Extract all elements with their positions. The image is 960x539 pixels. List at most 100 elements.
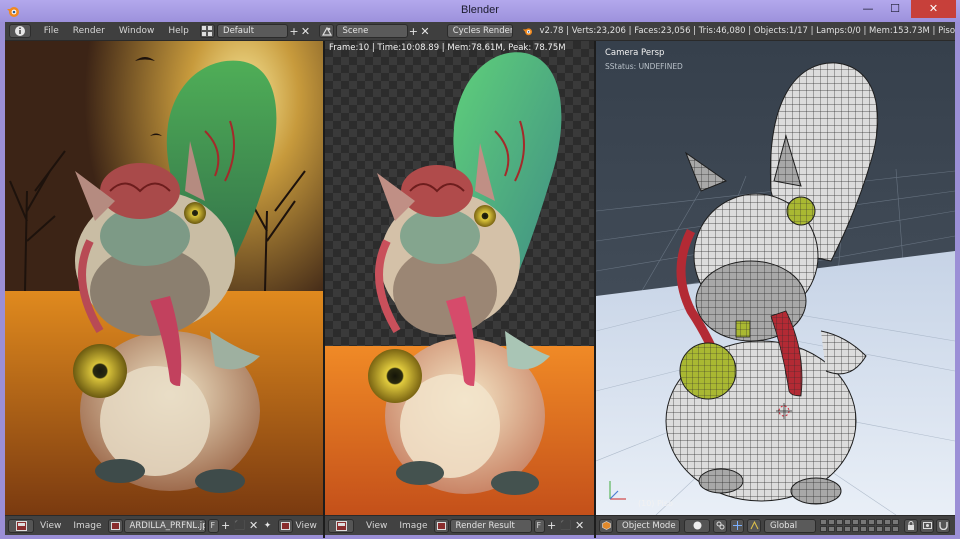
layer-grid-icon[interactable] bbox=[828, 526, 835, 532]
pin-icon[interactable]: ✦ bbox=[261, 519, 275, 533]
image-editor-icon bbox=[110, 521, 120, 530]
close-window-button[interactable]: ✕ bbox=[911, 0, 956, 18]
viewport-shading-dropdown[interactable] bbox=[684, 518, 710, 533]
layer-grid-icon[interactable] bbox=[828, 519, 835, 525]
layer-grid-icon[interactable] bbox=[852, 519, 859, 525]
image-browse-button[interactable] bbox=[107, 518, 123, 533]
close-layout-icon[interactable]: ✕ bbox=[300, 24, 312, 38]
render-preview-button[interactable] bbox=[920, 518, 934, 533]
snap-toggle[interactable] bbox=[936, 518, 950, 533]
transform-manipulator-button[interactable] bbox=[747, 518, 761, 533]
layer-grid-icon[interactable] bbox=[836, 519, 843, 525]
layer-grid-icon[interactable] bbox=[876, 526, 883, 532]
editor-type-button[interactable] bbox=[599, 518, 613, 533]
info-icon bbox=[14, 26, 25, 36]
layer-grid-icon[interactable] bbox=[860, 519, 867, 525]
viewport-scene bbox=[596, 41, 955, 515]
menu-image[interactable]: Image bbox=[393, 521, 433, 531]
layer-lock-button[interactable] bbox=[904, 518, 918, 533]
blender-logo-icon bbox=[522, 28, 533, 36]
transform-orientation-dropdown[interactable]: Global bbox=[764, 518, 816, 533]
layer-grid-icon[interactable] bbox=[844, 519, 851, 525]
viewport-name: Camera Persp bbox=[605, 48, 665, 58]
menu-file[interactable]: File bbox=[37, 22, 66, 41]
image-editor-reference[interactable] bbox=[5, 41, 323, 515]
screen-layout-icon bbox=[202, 26, 213, 36]
add-layout-icon[interactable]: + bbox=[288, 24, 300, 38]
manipulator-icon bbox=[732, 521, 742, 530]
window-titlebar: Blender — ☐ ✕ bbox=[0, 0, 960, 22]
layer-grid-icon[interactable] bbox=[892, 519, 899, 525]
interaction-mode-dropdown[interactable]: Object Mode bbox=[616, 518, 680, 533]
layer-grid-icon[interactable] bbox=[836, 526, 843, 532]
menu-window[interactable]: Window bbox=[112, 22, 162, 41]
manipulator-toggle[interactable] bbox=[730, 518, 744, 533]
editor-type-button[interactable] bbox=[9, 24, 31, 38]
layer-grid-icon[interactable] bbox=[820, 526, 827, 532]
close-scene-icon[interactable]: ✕ bbox=[419, 24, 431, 38]
viewport-status: SStatus: UNDEFINED bbox=[605, 62, 683, 71]
image-name-field[interactable]: Render Result bbox=[449, 518, 532, 533]
render-slot-icon[interactable]: ⬛ bbox=[559, 519, 573, 533]
sphere-icon bbox=[693, 521, 701, 530]
menu-view[interactable]: View bbox=[360, 521, 393, 531]
image-editor-render-result[interactable]: Frame:10 | Time:10:08.89 | Mem:78.61M, P… bbox=[325, 41, 594, 515]
unlink-image-icon[interactable]: ✕ bbox=[573, 519, 587, 533]
scene-selector-button[interactable] bbox=[319, 24, 335, 38]
render-icon bbox=[922, 522, 932, 529]
image-editor-header-left: View Image ARDILLA_PRFNL.jpg F + ⬛ ✕ ✦ V… bbox=[5, 515, 323, 535]
layer-grid[interactable] bbox=[820, 519, 899, 532]
info-header: File Render Window Help Default + ✕ Scen… bbox=[5, 22, 955, 41]
render-result-image bbox=[325, 52, 594, 515]
fake-user-toggle[interactable]: F bbox=[207, 518, 219, 533]
scene-name-field[interactable]: Scene bbox=[336, 24, 408, 38]
reference-image bbox=[5, 41, 323, 515]
scene-icon bbox=[321, 26, 332, 36]
editor-type-button[interactable] bbox=[328, 518, 354, 533]
pivot-point-dropdown[interactable] bbox=[713, 518, 727, 533]
minimize-button[interactable]: — bbox=[854, 0, 882, 18]
layer-grid-icon[interactable] bbox=[892, 526, 899, 532]
layer-grid-icon[interactable] bbox=[884, 526, 891, 532]
layer-grid-icon[interactable] bbox=[884, 519, 891, 525]
menu-render[interactable]: Render bbox=[66, 22, 112, 41]
layout-selector-button[interactable] bbox=[199, 24, 216, 38]
maximize-button[interactable]: ☐ bbox=[882, 0, 908, 18]
layer-grid-icon[interactable] bbox=[820, 519, 827, 525]
magnet-icon bbox=[938, 522, 948, 530]
render-info-text: Frame:10 | Time:10:08.89 | Mem:78.61M, P… bbox=[329, 43, 566, 53]
add-image-icon[interactable]: + bbox=[219, 519, 233, 533]
menu-view-secondary[interactable]: View bbox=[293, 521, 320, 531]
layer-grid-icon[interactable] bbox=[868, 519, 875, 525]
editor-type-button[interactable] bbox=[277, 518, 293, 533]
menu-image[interactable]: Image bbox=[67, 521, 107, 531]
menu-view[interactable]: View bbox=[34, 521, 67, 531]
layer-grid-icon[interactable] bbox=[876, 519, 883, 525]
image-editor-icon bbox=[280, 521, 290, 530]
image-browse-button[interactable] bbox=[433, 518, 449, 533]
layer-grid-icon[interactable] bbox=[852, 526, 859, 532]
fake-user-toggle[interactable]: F bbox=[533, 518, 545, 533]
add-scene-icon[interactable]: + bbox=[408, 24, 420, 38]
scene-statistics: v2.78 | Verts:23,206 | Faces:23,056 | Tr… bbox=[539, 26, 956, 36]
image-editor-icon bbox=[335, 520, 347, 531]
active-object-label: (10) Piso bbox=[638, 499, 673, 508]
layout-name-field[interactable]: Default bbox=[217, 24, 289, 38]
open-image-icon[interactable]: ⬛ bbox=[233, 519, 247, 533]
window-title: Blender bbox=[461, 4, 499, 16]
layer-grid-icon[interactable] bbox=[844, 526, 851, 532]
3d-viewport[interactable]: Camera Persp SStatus: UNDEFINED (10) Pis… bbox=[596, 41, 955, 515]
pivot-icon bbox=[716, 521, 724, 530]
add-image-icon[interactable]: + bbox=[545, 519, 559, 533]
unlink-image-icon[interactable]: ✕ bbox=[247, 519, 261, 533]
layer-grid-icon[interactable] bbox=[868, 526, 875, 532]
editor-type-button[interactable] bbox=[8, 518, 34, 533]
lock-icon bbox=[908, 521, 914, 530]
3d-view-header: Object Mode Global bbox=[596, 515, 955, 535]
render-engine-dropdown[interactable]: Cycles Render bbox=[446, 24, 513, 38]
layer-grid-icon[interactable] bbox=[860, 526, 867, 532]
menu-help[interactable]: Help bbox=[161, 22, 196, 41]
image-editor-header-middle: View Image Render Result F + ⬛ ✕ bbox=[325, 515, 594, 535]
3d-view-icon bbox=[601, 521, 611, 530]
image-name-field[interactable]: ARDILLA_PRFNL.jpg bbox=[123, 518, 206, 533]
